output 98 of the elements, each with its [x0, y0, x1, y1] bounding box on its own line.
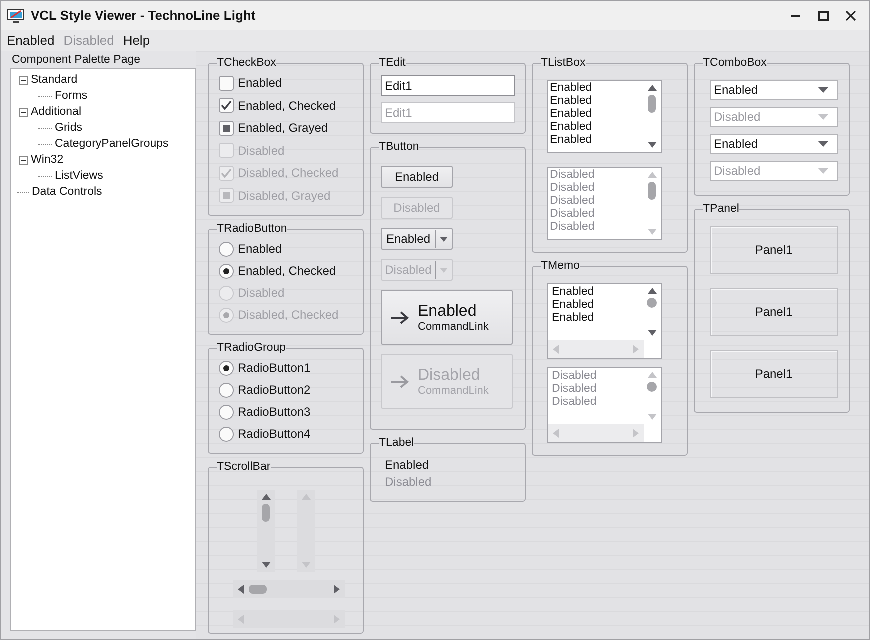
arrow-right-icon	[633, 428, 639, 438]
tree-item[interactable]: Grids	[55, 122, 82, 134]
label-text: Enabled	[385, 458, 430, 472]
button[interactable]: Enabled	[381, 166, 453, 188]
memo-line: Enabled	[552, 299, 596, 312]
checkbox-option[interactable]: Enabled	[219, 72, 353, 94]
close-icon	[846, 10, 856, 20]
edit-field[interactable]: Edit1	[381, 75, 515, 96]
radio-option[interactable]: RadioButton4	[219, 423, 353, 445]
group-title: TPanel	[703, 203, 740, 215]
arrow-down-icon	[648, 330, 656, 336]
group-title: TCheckBox	[217, 57, 276, 69]
group-title: TLabel	[379, 437, 414, 449]
list-item[interactable]: Enabled	[550, 82, 641, 95]
memo-line: Disabled	[552, 396, 598, 409]
tree-item[interactable]: ListViews	[55, 170, 104, 182]
tree-item[interactable]: Standard	[31, 74, 78, 86]
caret-icon	[440, 268, 448, 272]
horizontal-scrollbar[interactable]	[233, 580, 345, 598]
scrollbar-thumb[interactable]	[647, 298, 657, 308]
memo-box[interactable]: Enabled Enabled Enabled	[547, 283, 662, 359]
menu-item[interactable]: Help	[123, 33, 150, 48]
list-item[interactable]: Enabled	[550, 108, 641, 121]
arrow-down-icon	[648, 229, 656, 235]
radio-option[interactable]: RadioButton3	[219, 401, 353, 423]
group-title: TEdit	[379, 57, 406, 69]
arrow-up-icon	[648, 372, 656, 378]
combo-box[interactable]: Enabled	[710, 80, 838, 100]
list-box[interactable]: Enabled Enabled Enabled Enabled Enabled	[547, 80, 662, 153]
arrow-down-icon	[648, 142, 656, 148]
arrow-right-icon	[390, 374, 410, 388]
command-link-button[interactable]: Enabled CommandLink	[381, 290, 513, 345]
app-monitor-icon	[7, 8, 25, 24]
arrow-left-icon	[553, 428, 559, 438]
split-button[interactable]: Enabled	[381, 228, 453, 250]
arrow-down-icon	[648, 414, 656, 420]
tree-item[interactable]: Forms	[55, 90, 88, 102]
radio-option[interactable]: RadioButton2	[219, 379, 353, 401]
arrow-right-icon	[633, 344, 639, 354]
collapse-icon[interactable]	[19, 108, 28, 116]
arrow-right-icon	[390, 310, 410, 324]
arrow-up-icon	[648, 288, 656, 294]
group-title: TButton	[379, 141, 420, 153]
group-title: TRadioGroup	[217, 342, 286, 354]
horizontal-scrollbar[interactable]	[548, 340, 644, 358]
arrow-down-icon	[302, 562, 310, 568]
list-item[interactable]: Enabled	[550, 121, 641, 134]
maximize-icon	[818, 10, 828, 20]
tree-item[interactable]: Win32	[31, 154, 64, 166]
scrollbar-thumb[interactable]	[648, 95, 656, 113]
group-title: TScrollBar	[217, 461, 271, 473]
radio-option[interactable]: Enabled, Checked	[219, 260, 353, 282]
caret-icon	[818, 141, 829, 147]
tree-item[interactable]: Additional	[31, 106, 82, 118]
list-item[interactable]: Enabled	[550, 134, 641, 147]
tree-item[interactable]: Data Controls	[32, 186, 102, 198]
arrow-up-icon	[302, 494, 310, 500]
arrow-right-icon	[334, 584, 340, 594]
radio-option[interactable]: RadioButton1	[219, 357, 353, 379]
arrow-left-icon	[553, 344, 559, 354]
scrollbar-thumb[interactable]	[249, 584, 267, 594]
group-title: TListBox	[541, 57, 586, 69]
minimize-icon	[790, 14, 800, 16]
arrow-up-icon	[648, 172, 656, 178]
group-title: TComboBox	[703, 57, 767, 69]
list-item[interactable]: Enabled	[550, 95, 641, 108]
panel-title: Component Palette Page	[11, 54, 142, 68]
radio-option[interactable]: Enabled	[219, 238, 353, 260]
tree-item[interactable]: CategoryPanelGroups	[55, 138, 169, 150]
caret-icon	[818, 114, 829, 120]
arrow-left-icon	[238, 614, 244, 624]
panel: Panel1	[710, 226, 838, 274]
caret-icon	[440, 236, 448, 242]
group-title: TMemo	[541, 260, 580, 272]
menu-item[interactable]: Enabled	[7, 33, 55, 48]
memo-line: Disabled	[552, 383, 598, 396]
arrow-up-icon	[648, 85, 656, 91]
arrow-up-icon	[262, 494, 270, 500]
checkbox-option[interactable]: Enabled, Checked	[219, 94, 353, 117]
collapse-icon[interactable]	[19, 156, 28, 164]
memo-line: Disabled	[552, 370, 598, 383]
memo-line: Enabled	[552, 312, 596, 325]
checkbox-option[interactable]: Enabled, Grayed	[219, 117, 353, 140]
scrollbar-thumb[interactable]	[262, 504, 270, 522]
collapse-icon[interactable]	[19, 76, 28, 84]
combo-box[interactable]: Enabled	[710, 134, 838, 154]
group-title: TRadioButton	[217, 223, 288, 235]
vertical-scrollbar[interactable]	[257, 490, 275, 572]
window-title: VCL Style Viewer - TechnoLine Light	[31, 8, 256, 23]
arrow-down-icon	[262, 562, 270, 568]
memo-line: Enabled	[552, 286, 596, 299]
panel: Panel1	[710, 350, 838, 398]
caret-icon	[818, 87, 829, 93]
caret-icon	[818, 168, 829, 174]
arrow-left-icon	[238, 584, 244, 594]
panel: Panel1	[710, 288, 838, 336]
label-text: Disabled	[385, 475, 433, 489]
arrow-right-icon	[334, 614, 340, 624]
